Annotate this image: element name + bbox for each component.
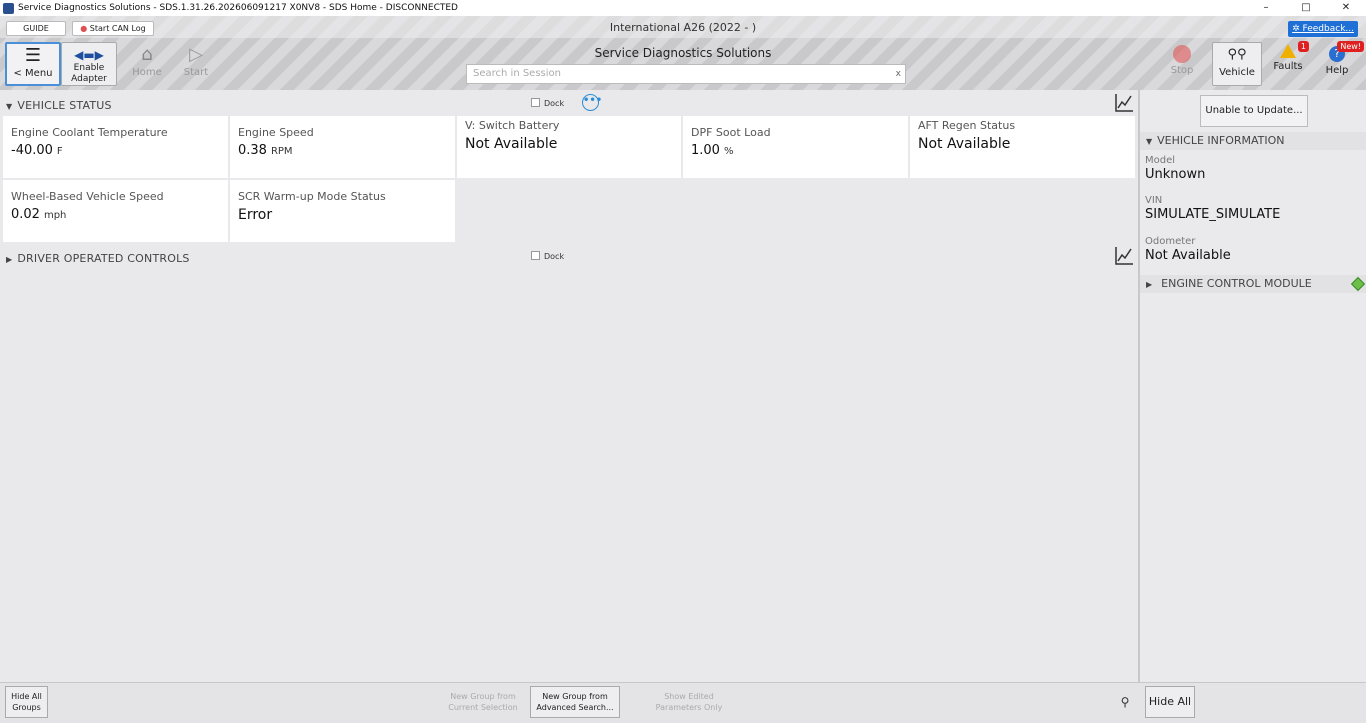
help-button[interactable]: ? New! Help xyxy=(1313,41,1364,86)
home-label: Home xyxy=(132,67,162,78)
dock-checkbox-box xyxy=(531,251,540,260)
param-card[interactable]: Engine Speed 0.38 RPM xyxy=(230,116,455,178)
close-icon[interactable]: ✕ xyxy=(1326,0,1366,16)
engine-control-module-header[interactable]: ▶ ENGINE CONTROL MODULE xyxy=(1140,275,1366,293)
vehicle-button[interactable]: ⚲⚲ Vehicle xyxy=(1212,42,1262,86)
vehicle-status-title: VEHICLE STATUS xyxy=(17,99,112,112)
collapse-triangle-icon: ▼ xyxy=(1146,137,1153,146)
status-diamond-icon xyxy=(1350,276,1366,292)
vehicle-status-header[interactable]: ▼ VEHICLE STATUS xyxy=(6,99,112,112)
param-label: Engine Coolant Temperature xyxy=(11,126,168,139)
stop-label: Stop xyxy=(1170,65,1194,76)
signal-icon[interactable]: ⚲ xyxy=(1118,695,1132,709)
param-value: Not Available xyxy=(465,136,558,152)
minimize-icon[interactable]: – xyxy=(1246,0,1286,16)
param-value: 1.00% xyxy=(691,143,734,158)
param-card[interactable]: DPF Soot Load 1.00% xyxy=(683,116,908,178)
enable-adapter-label-1: Enable xyxy=(73,63,105,73)
model-label: Model xyxy=(1145,155,1176,166)
vehicle-information-header[interactable]: ▼ VEHICLE INFORMATION xyxy=(1140,132,1366,150)
odometer-value: Not Available xyxy=(1145,248,1231,263)
odometer-label: Odometer xyxy=(1145,236,1196,247)
new-group-from-selection-button[interactable]: New Group from Current Selection xyxy=(444,686,522,718)
driver-controls-dock-checkbox[interactable]: Dock xyxy=(531,251,564,261)
param-label: Engine Speed xyxy=(238,126,314,139)
feedback-label: Feedback... xyxy=(1302,24,1354,34)
warning-icon xyxy=(1280,44,1296,58)
vin-label: VIN xyxy=(1145,195,1163,206)
vehicle-status-dock-checkbox[interactable]: Dock xyxy=(531,98,564,108)
start-label: Start xyxy=(183,67,209,78)
chart-icon[interactable] xyxy=(1114,93,1134,113)
maximize-icon[interactable]: □ xyxy=(1286,0,1326,16)
vehicle-icon: ⚲⚲ xyxy=(1227,47,1247,62)
vehicle-label: Vehicle xyxy=(1219,67,1255,78)
driver-controls-title: DRIVER OPERATED CONTROLS xyxy=(17,252,190,265)
enable-adapter-label-2: Adapter xyxy=(71,74,107,84)
help-new-badge: New! xyxy=(1337,41,1364,52)
stop-button[interactable]: Stop xyxy=(1156,42,1208,86)
driver-controls-header[interactable]: ▶ DRIVER OPERATED CONTROLS xyxy=(6,252,190,265)
model-row: Model Unknown xyxy=(1145,155,1360,182)
param-card[interactable]: SCR Warm-up Mode Status Error xyxy=(230,180,455,242)
top-toolbar: GUIDE ● Start CAN Log International A26 … xyxy=(0,16,1366,90)
param-value: 0.02 mph xyxy=(11,207,67,222)
param-value: 0.38 RPM xyxy=(238,143,293,158)
vehicle-title: International A26 (2022 - ) xyxy=(609,21,757,34)
hide-all-groups-button[interactable]: Hide All Groups xyxy=(5,686,48,718)
search-placeholder: Search in Session xyxy=(473,68,561,79)
collapse-triangle-icon: ▼ xyxy=(6,102,13,111)
chart-icon[interactable] xyxy=(1114,246,1134,266)
faults-button[interactable]: 1 Faults xyxy=(1264,41,1312,86)
param-card[interactable]: V: Switch Battery Not Available xyxy=(457,116,681,178)
dock-label: Dock xyxy=(544,99,565,108)
expand-triangle-icon: ▶ xyxy=(1146,280,1153,289)
param-card[interactable]: Engine Coolant Temperature -40.00 F xyxy=(3,116,228,178)
param-value: Error xyxy=(238,207,273,223)
window-title: Service Diagnostics Solutions - SDS.1.31… xyxy=(18,3,458,13)
vehicle-info-title: VEHICLE INFORMATION xyxy=(1157,134,1285,147)
hide-all-button[interactable]: Hide All xyxy=(1145,686,1195,718)
param-value: Not Available xyxy=(918,136,1011,152)
ecm-title: ENGINE CONTROL MODULE xyxy=(1161,277,1312,290)
help-label: Help xyxy=(1325,65,1349,76)
right-panel: Unable to Update... ▼ VEHICLE INFORMATION… xyxy=(1139,90,1366,682)
param-label: DPF Soot Load xyxy=(691,126,771,139)
vin-row: VIN SIMULATE_SIMULATE xyxy=(1145,195,1360,222)
main-content: ▼ VEHICLE STATUS Dock ••• Engine Coolant … xyxy=(0,90,1138,682)
stop-icon xyxy=(1173,45,1191,63)
param-label: V: Switch Battery xyxy=(465,119,560,132)
param-label: SCR Warm-up Mode Status xyxy=(238,190,386,203)
app-icon xyxy=(3,2,14,14)
menu-label: < Menu xyxy=(13,68,53,79)
faults-badge: 1 xyxy=(1297,41,1309,52)
window-titlebar: Service Diagnostics Solutions - SDS.1.31… xyxy=(0,0,1366,16)
param-label: Wheel-Based Vehicle Speed xyxy=(11,190,164,203)
dock-checkbox-box xyxy=(531,98,540,107)
param-card[interactable]: Wheel-Based Vehicle Speed 0.02 mph xyxy=(3,180,228,242)
unable-to-update-button[interactable]: Unable to Update... xyxy=(1200,95,1308,127)
param-card[interactable]: AFT Regen Status Not Available xyxy=(910,116,1135,178)
odometer-row: Odometer Not Available xyxy=(1145,236,1360,263)
feedback-icon: ✲ xyxy=(1292,24,1303,34)
search-clear-icon[interactable]: x xyxy=(896,65,901,83)
param-value: -40.00 F xyxy=(11,143,63,158)
feedback-button[interactable]: ✲ Feedback... xyxy=(1288,21,1358,37)
vin-value: SIMULATE_SIMULATE xyxy=(1145,207,1281,222)
model-value: Unknown xyxy=(1145,167,1206,182)
more-options-icon[interactable]: ••• xyxy=(582,94,602,111)
new-group-from-advanced-search-button[interactable]: New Group from Advanced Search... xyxy=(530,686,620,718)
param-label: AFT Regen Status xyxy=(918,119,1016,132)
show-edited-parameters-button[interactable]: Show Edited Parameters Only xyxy=(650,686,728,718)
dock-label: Dock xyxy=(544,252,565,261)
faults-label: Faults xyxy=(1273,61,1303,72)
expand-triangle-icon: ▶ xyxy=(6,255,13,264)
search-input[interactable]: Search in Session x xyxy=(466,64,906,84)
bottom-toolbar: Hide All Groups New Group from Current Sel… xyxy=(0,682,1366,723)
window-controls: – □ ✕ xyxy=(1246,0,1366,16)
